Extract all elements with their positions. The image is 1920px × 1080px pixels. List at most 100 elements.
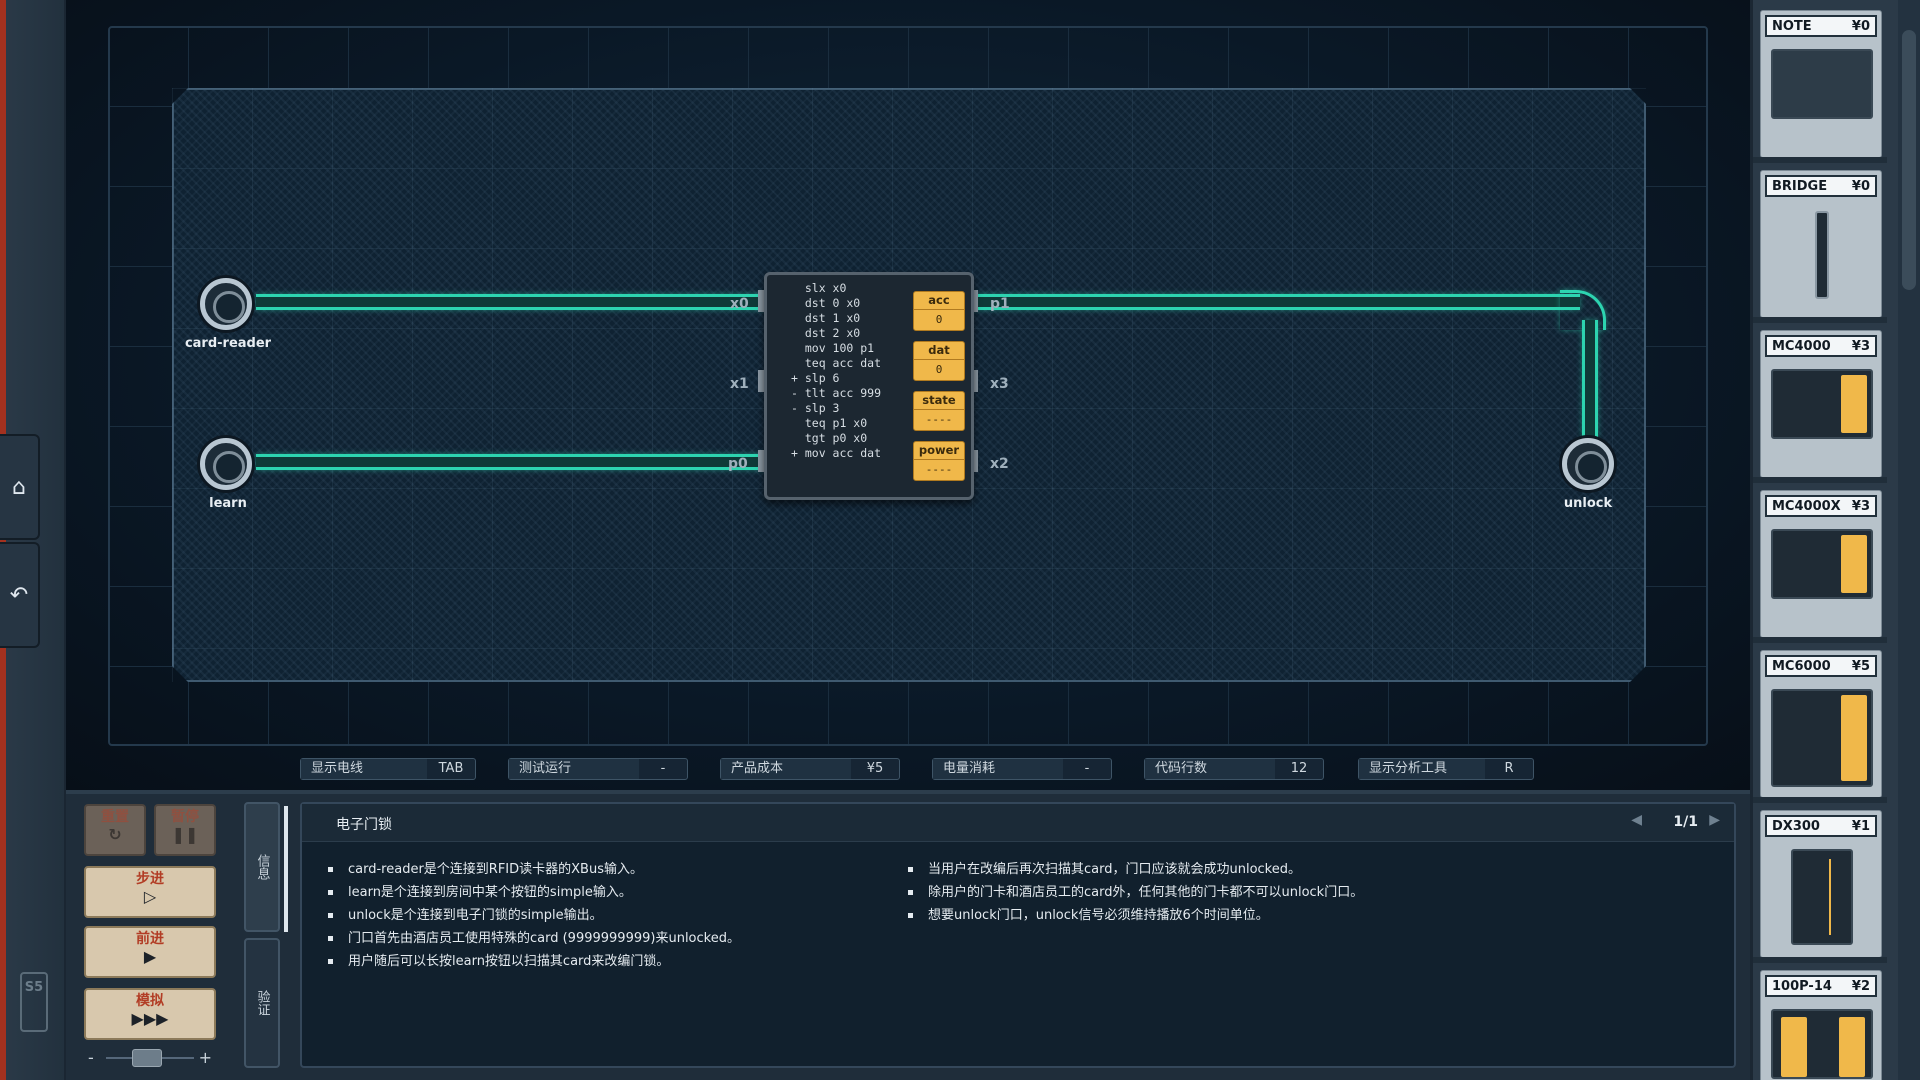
pin-label-x0: x0 — [730, 296, 749, 312]
speed-minus[interactable]: - — [88, 1048, 94, 1067]
status-lines-of-code: 代码行数 12 — [1144, 758, 1324, 780]
spec-list-right: 当用户在改编后再次扫描其card，门口应该就会成功unlocked。 除用户的门… — [908, 858, 1363, 927]
parts-scrollbar-thumb[interactable] — [1902, 30, 1916, 290]
part-name: NOTE — [1772, 18, 1812, 34]
spec-list-left: card-reader是个连接到RFID读卡器的XBus输入。 learn是个连… — [328, 858, 740, 973]
part-price: ¥3 — [1851, 338, 1870, 354]
chip-code-editor[interactable]: slx x0 dst 0 x0 dst 1 x0 dst 2 x0 mov 10… — [791, 281, 881, 461]
part-price: ¥0 — [1851, 178, 1870, 194]
play-icon: ▶ — [143, 947, 157, 966]
status-test-run: 测试运行 - — [508, 758, 688, 780]
speed-slider-thumb[interactable] — [132, 1049, 162, 1067]
status-label: 测试运行 — [509, 759, 639, 779]
part-name: 100P-14 — [1772, 978, 1832, 994]
register-label: dat — [914, 342, 964, 360]
list-item: 用户随后可以长按learn按钮以扫描其card来改编门锁。 — [328, 950, 740, 973]
status-value: 12 — [1290, 761, 1308, 776]
tab-verify-label: 验证 — [254, 990, 270, 1016]
simulate-button[interactable]: 模拟 ▶▶▶ — [84, 988, 216, 1040]
mc4000x-preview — [1771, 529, 1873, 599]
pin-label-x2: x2 — [990, 456, 1009, 472]
wire-unlock-horizontal[interactable] — [974, 294, 1580, 310]
list-item: 想要unlock门口，unlock信号必须维持播放6个时间单位。 — [908, 904, 1363, 927]
note-preview — [1771, 49, 1873, 119]
wire-card-reader[interactable] — [256, 294, 764, 310]
status-show-wires[interactable]: 显示电线 TAB — [300, 758, 476, 780]
dx300-preview — [1791, 849, 1853, 945]
register-dat: dat 0 — [913, 341, 965, 381]
puzzle-title: 电子门锁 — [336, 817, 392, 833]
status-value: TAB — [438, 761, 464, 776]
part-card-bridge[interactable]: BRIDGE ¥0 — [1753, 170, 1887, 323]
home-button[interactable]: ⌂ — [0, 434, 40, 540]
mc6000-registers — [1841, 695, 1867, 781]
list-item: 除用户的门卡和酒店员工的card外，任何其他的门卡都不可以unlock门口。 — [908, 881, 1363, 904]
100p14-left-block — [1781, 1017, 1807, 1077]
list-item: 当用户在改编后再次扫描其card，门口应该就会成功unlocked。 — [908, 858, 1363, 881]
part-card-mc4000[interactable]: MC4000 ¥3 — [1753, 330, 1887, 483]
game-window: ⌂ ↶ S5 card-reader learn unlock x0 x1 p0… — [0, 0, 1920, 1080]
pin-label-p1: p1 — [990, 296, 1010, 312]
pin-label-p0: p0 — [728, 456, 748, 472]
status-value: R — [1504, 761, 1514, 776]
mc4000x-registers — [1841, 535, 1867, 593]
register-value: 0 — [935, 363, 943, 376]
list-item: unlock是个连接到电子门锁的simple输出。 — [328, 904, 740, 927]
mc4000-registers — [1841, 375, 1867, 433]
part-card-note[interactable]: NOTE ¥0 — [1753, 10, 1887, 163]
dx300-pins — [1829, 859, 1843, 935]
wire-unlock-vertical[interactable] — [1582, 320, 1598, 438]
status-value: - — [660, 761, 666, 776]
undo-icon: ↶ — [9, 582, 29, 608]
status-value: ¥5 — [866, 761, 884, 776]
home-icon: ⌂ — [12, 474, 26, 500]
register-value: ---- — [925, 413, 953, 426]
left-toolbar — [0, 0, 66, 1080]
status-label: 代码行数 — [1145, 759, 1275, 779]
info-panel: 电子门锁 ◀ 1/1 ▶ card-reader是个连接到RFID读卡器的XBu… — [300, 802, 1736, 1068]
100p14-right-block — [1839, 1017, 1865, 1077]
step-button[interactable]: 步进 ▷ — [84, 866, 216, 918]
reset-label: 重置 — [101, 809, 129, 825]
mc6000-chip[interactable]: slx x0 dst 0 x0 dst 1 x0 dst 2 x0 mov 10… — [764, 272, 974, 500]
step-label: 步进 — [136, 871, 164, 887]
part-card-100p14[interactable]: 100P-14 ¥2 — [1760, 970, 1882, 1080]
status-value: - — [1084, 761, 1090, 776]
register-value: ---- — [925, 463, 953, 476]
list-item: card-reader是个连接到RFID读卡器的XBus输入。 — [328, 858, 740, 881]
prev-page-icon[interactable]: ◀ — [1631, 812, 1642, 828]
fast-forward-icon: ▶▶▶ — [131, 1009, 169, 1028]
part-name: MC6000 — [1772, 658, 1831, 674]
part-card-dx300[interactable]: DX300 ¥1 — [1753, 810, 1887, 963]
part-card-mc4000x[interactable]: MC4000X ¥3 — [1753, 490, 1887, 643]
bridge-preview — [1815, 211, 1829, 299]
port-card-reader[interactable] — [200, 278, 252, 330]
port-learn[interactable] — [200, 438, 252, 490]
status-show-analysis[interactable]: 显示分析工具 R — [1358, 758, 1534, 780]
speed-slider[interactable]: - + — [84, 1048, 216, 1068]
status-product-cost: 产品成本 ¥5 — [720, 758, 900, 780]
part-name: DX300 — [1772, 818, 1820, 834]
pause-label: 暂停 — [171, 809, 199, 825]
part-name: MC4000 — [1772, 338, 1831, 354]
tab-info[interactable]: 信息 — [244, 802, 280, 932]
next-page-icon[interactable]: ▶ — [1709, 812, 1720, 828]
page-indicator: 1/1 — [1673, 814, 1698, 830]
undo-button[interactable]: ↶ — [0, 542, 40, 648]
mc6000-preview — [1771, 689, 1873, 787]
part-price: ¥5 — [1851, 658, 1870, 674]
port-unlock[interactable] — [1562, 438, 1614, 490]
forward-label: 前进 — [136, 931, 164, 947]
part-card-mc6000[interactable]: MC6000 ¥5 — [1753, 650, 1887, 803]
speed-plus[interactable]: + — [199, 1048, 212, 1067]
pin-label-x3: x3 — [990, 376, 1009, 392]
100p14-preview — [1771, 1009, 1873, 1079]
wire-learn[interactable] — [256, 454, 764, 470]
pause-button[interactable]: 暂停 ❚❚ — [154, 804, 216, 856]
tab-verify[interactable]: 验证 — [244, 938, 280, 1068]
reset-button[interactable]: 重置 ↻ — [84, 804, 146, 856]
register-acc: acc 0 — [913, 291, 965, 331]
forward-button[interactable]: 前进 ▶ — [84, 926, 216, 978]
register-state: state ---- — [913, 391, 965, 431]
register-power: power ---- — [913, 441, 965, 481]
